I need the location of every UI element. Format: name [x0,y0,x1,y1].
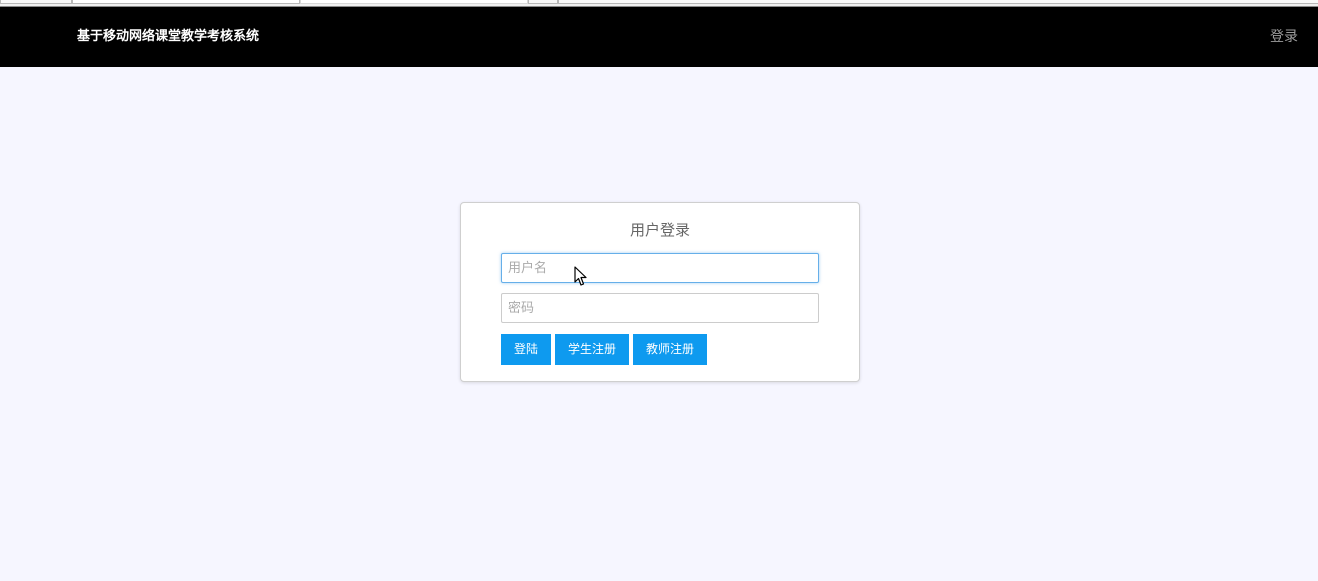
browser-tab[interactable] [528,0,558,4]
teacher-register-button[interactable]: 教师注册 [633,334,707,365]
login-panel: 用户登录 登陆 学生注册 教师注册 [460,202,860,382]
browser-tab[interactable] [0,0,72,4]
student-register-button[interactable]: 学生注册 [555,334,629,365]
browser-tab-strip [0,0,1318,7]
nav-login-link[interactable]: 登录 [1270,29,1298,45]
browser-tab-active[interactable] [300,0,528,4]
password-input[interactable] [501,293,819,323]
login-title: 用户登录 [629,221,690,239]
browser-address-area[interactable] [558,0,1318,4]
username-input[interactable] [501,253,819,283]
mouse-pointer-icon [574,266,587,286]
site-brand[interactable]: 基于移动网络课堂教学考核系统 [77,29,259,45]
login-button[interactable]: 登陆 [501,334,551,365]
browser-tab[interactable] [72,0,300,4]
top-navbar: 基于移动网络课堂教学考核系统 登录 [0,7,1318,67]
